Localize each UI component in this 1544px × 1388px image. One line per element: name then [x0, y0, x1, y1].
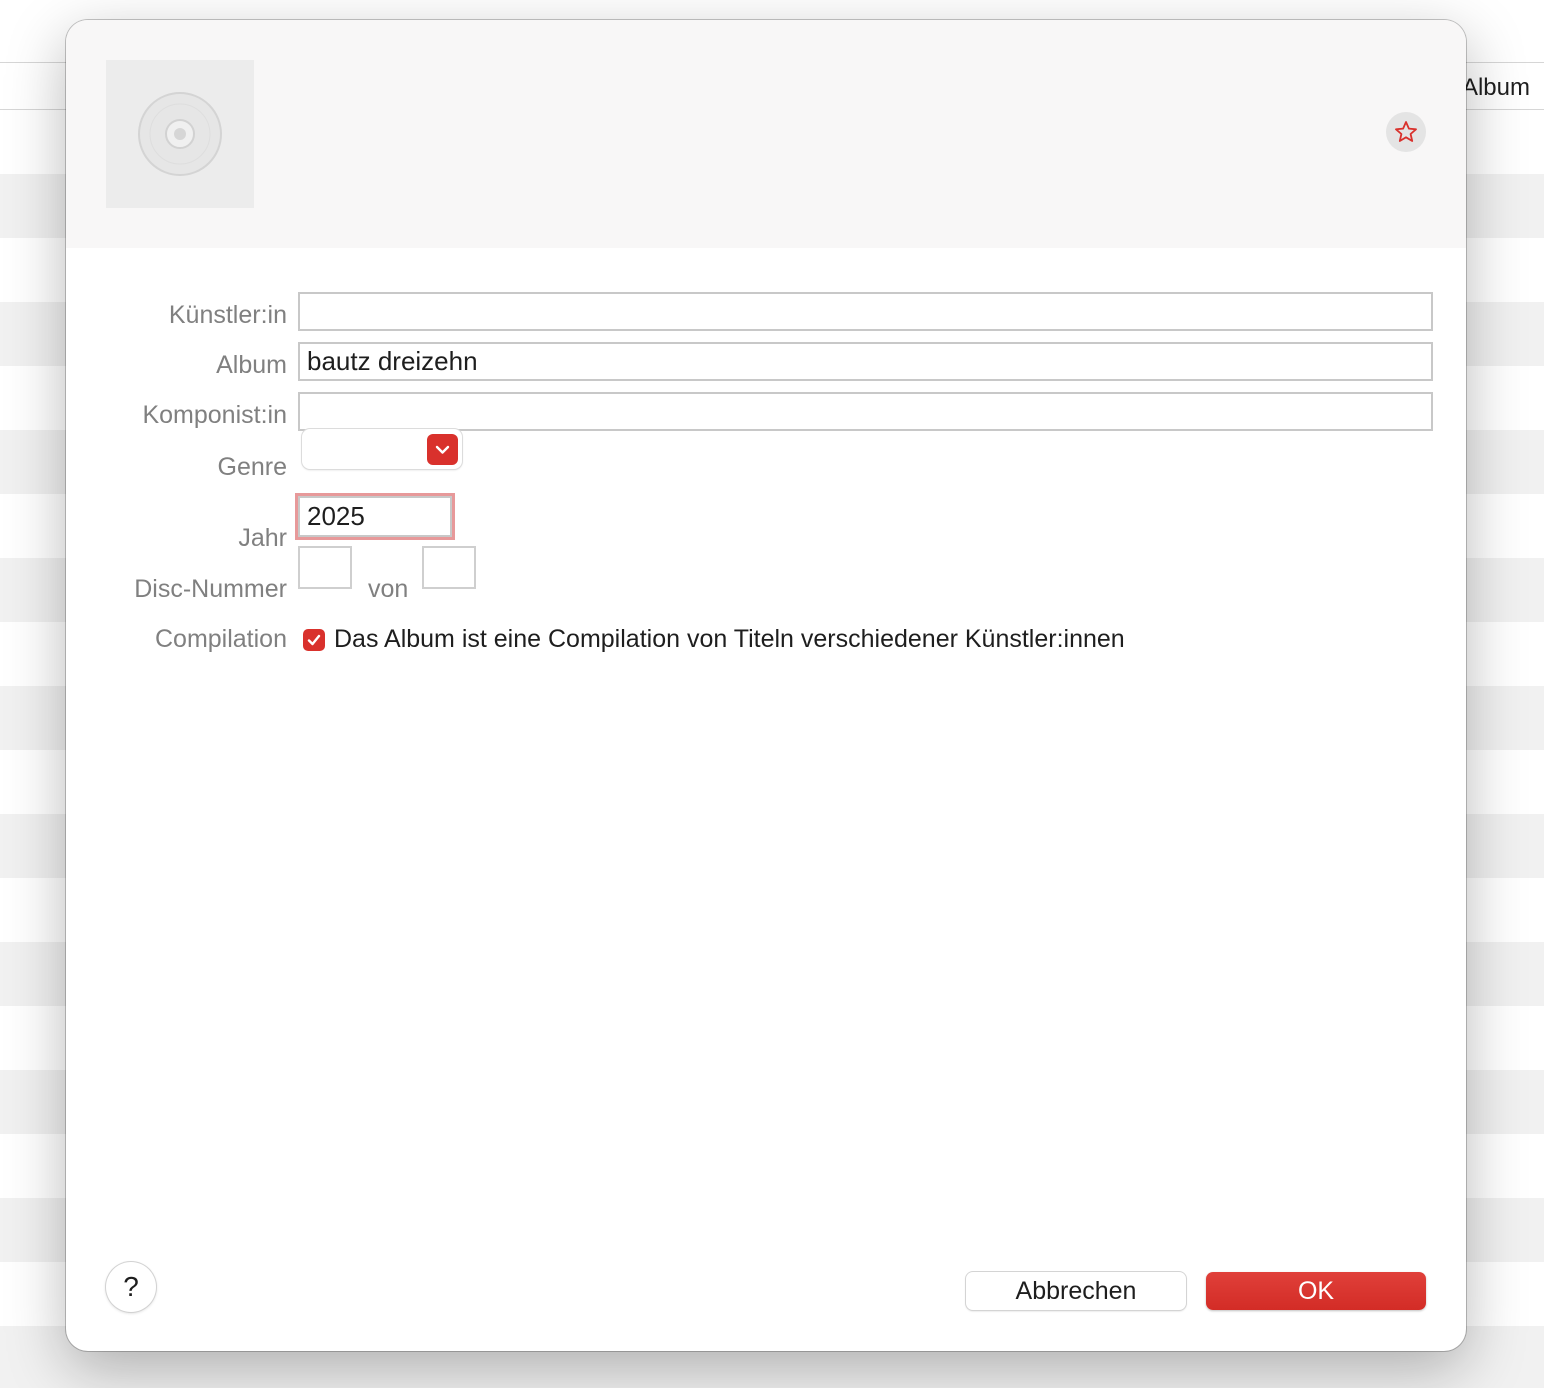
chevron-down-icon: [435, 445, 450, 454]
disc-of-label: von: [368, 575, 409, 603]
year-label: Jahr: [238, 524, 287, 552]
cancel-button[interactable]: Abbrechen: [966, 1272, 1186, 1310]
cd-disc-icon: [138, 92, 222, 176]
favorite-button[interactable]: [1386, 112, 1426, 152]
compilation-label: Compilation: [154, 625, 287, 653]
album-info-dialog: Künstler:in Album bautz dreizehn Komponi…: [66, 20, 1466, 1351]
year-field[interactable]: 2025: [298, 496, 452, 537]
genre-label: Genre: [217, 453, 287, 481]
disc-number-label: Disc-Nummer: [134, 575, 287, 603]
genre-dropdown-button[interactable]: [427, 434, 458, 465]
compilation-checkbox[interactable]: [303, 629, 325, 651]
star-icon: [1395, 121, 1417, 142]
album-artwork[interactable]: [106, 60, 254, 208]
disc-number-field[interactable]: [298, 546, 352, 589]
disc-count-field[interactable]: [422, 546, 476, 589]
checkmark-icon: [307, 634, 321, 646]
album-label: Album: [216, 351, 287, 379]
album-field[interactable]: bautz dreizehn: [298, 342, 1433, 381]
artist-label: Künstler:in: [168, 301, 287, 329]
artist-field[interactable]: [298, 292, 1433, 331]
genre-select[interactable]: [302, 429, 462, 469]
composer-label: Komponist:in: [142, 401, 287, 429]
dialog-header: [66, 20, 1466, 248]
help-button[interactable]: ?: [106, 1262, 156, 1312]
composer-field[interactable]: [298, 392, 1433, 431]
column-header-album[interactable]: Album: [1462, 74, 1530, 102]
compilation-description[interactable]: Das Album ist eine Compilation von Titel…: [334, 625, 1125, 654]
ok-button[interactable]: OK: [1206, 1272, 1426, 1310]
